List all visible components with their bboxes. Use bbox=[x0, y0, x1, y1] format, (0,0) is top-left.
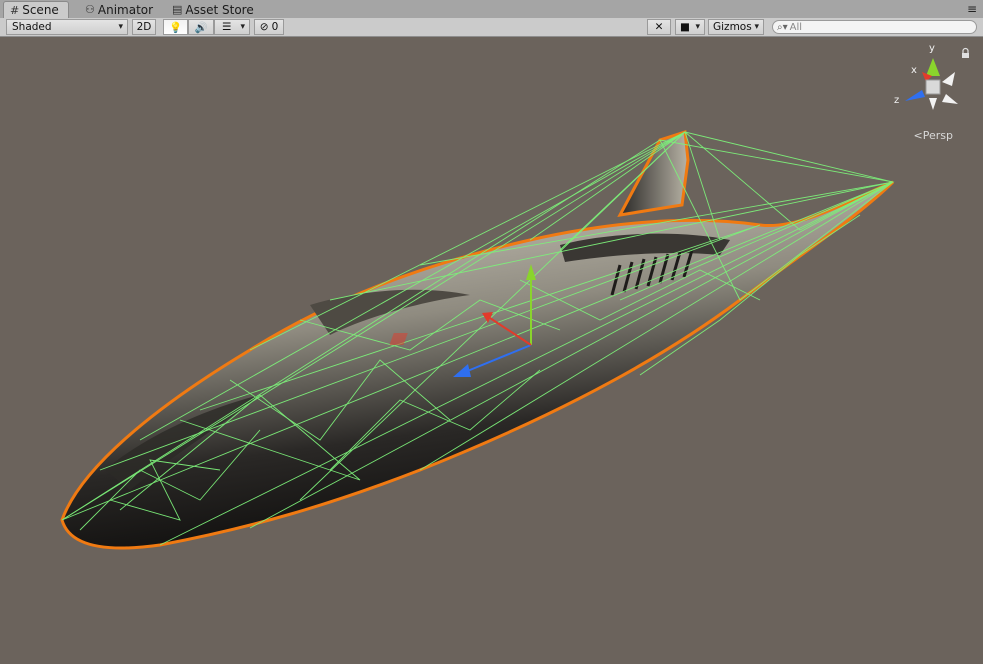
animator-icon: ⚇ bbox=[85, 3, 95, 16]
projection-label: Persp bbox=[922, 129, 953, 142]
draw-mode-label: Shaded bbox=[12, 21, 52, 33]
scene-toolbar: Shaded 2D 💡 🔊 ☰ ⊘ 0 ✕ ■ Gizmos ⌕▾ All bbox=[0, 18, 983, 37]
eye-slash-icon: ⊘ bbox=[259, 21, 269, 33]
search-placeholder: All bbox=[789, 21, 803, 33]
effects-icon: ☰ bbox=[222, 21, 232, 33]
draw-mode-dropdown[interactable]: Shaded bbox=[6, 19, 128, 35]
audio-toggle[interactable]: 🔊 bbox=[188, 19, 214, 35]
projection-toggle[interactable]: <Persp bbox=[914, 129, 953, 142]
speaker-icon: 🔊 bbox=[194, 21, 208, 34]
toggle-2d-button[interactable]: 2D bbox=[132, 19, 156, 35]
store-icon: ▤ bbox=[172, 3, 183, 16]
window-menu-icon[interactable]: ≡ bbox=[967, 2, 977, 16]
hidden-count: 0 bbox=[271, 21, 279, 33]
camera-icon: ■ bbox=[680, 21, 690, 33]
tab-asset-store-label: Asset Store bbox=[185, 2, 254, 17]
window-tab-bar: # Scene ⚇ Animator ▤ Asset Store ≡ bbox=[0, 0, 983, 19]
lightbulb-icon: 💡 bbox=[168, 21, 183, 34]
lighting-toggle[interactable]: 💡 bbox=[163, 19, 188, 35]
toggle-2d-label: 2D bbox=[136, 21, 152, 33]
tab-animator-label: Animator bbox=[97, 2, 154, 17]
tab-animator[interactable]: ⚇ Animator bbox=[79, 1, 165, 18]
scene-render: y x z bbox=[60, 43, 969, 550]
z-axis-label: z bbox=[894, 95, 899, 106]
tools-icon: ✕ bbox=[654, 21, 664, 33]
tab-scene[interactable]: # Scene bbox=[3, 1, 69, 18]
scene-search-field[interactable]: ⌕▾ All bbox=[772, 20, 977, 34]
gizmos-label: Gizmos bbox=[713, 21, 752, 33]
chevron-left-icon: < bbox=[913, 129, 923, 142]
gizmos-dropdown[interactable]: Gizmos bbox=[708, 19, 764, 35]
grid-icon: # bbox=[10, 3, 20, 17]
tab-scene-label: Scene bbox=[22, 3, 59, 17]
scene-viewport[interactable]: y x z <Persp bbox=[0, 37, 983, 664]
scene-orientation-gizmo[interactable]: y x z bbox=[894, 43, 958, 110]
tools-toggle[interactable]: ✕ bbox=[647, 19, 671, 35]
tab-asset-store[interactable]: ▤ Asset Store bbox=[166, 1, 261, 18]
y-axis-label: y bbox=[929, 43, 935, 54]
camera-dropdown[interactable]: ■ bbox=[675, 19, 705, 35]
lock-icon[interactable] bbox=[962, 47, 969, 59]
z-axis-cone[interactable] bbox=[905, 90, 925, 101]
spaceship-mesh[interactable] bbox=[60, 130, 895, 550]
hidden-objects-toggle[interactable]: ⊘ 0 bbox=[254, 19, 284, 35]
y-axis-cone[interactable] bbox=[926, 58, 940, 76]
x-axis-label: x bbox=[911, 65, 917, 76]
search-icon: ⌕▾ bbox=[777, 21, 788, 33]
effects-dropdown[interactable]: ☰ bbox=[214, 19, 250, 35]
